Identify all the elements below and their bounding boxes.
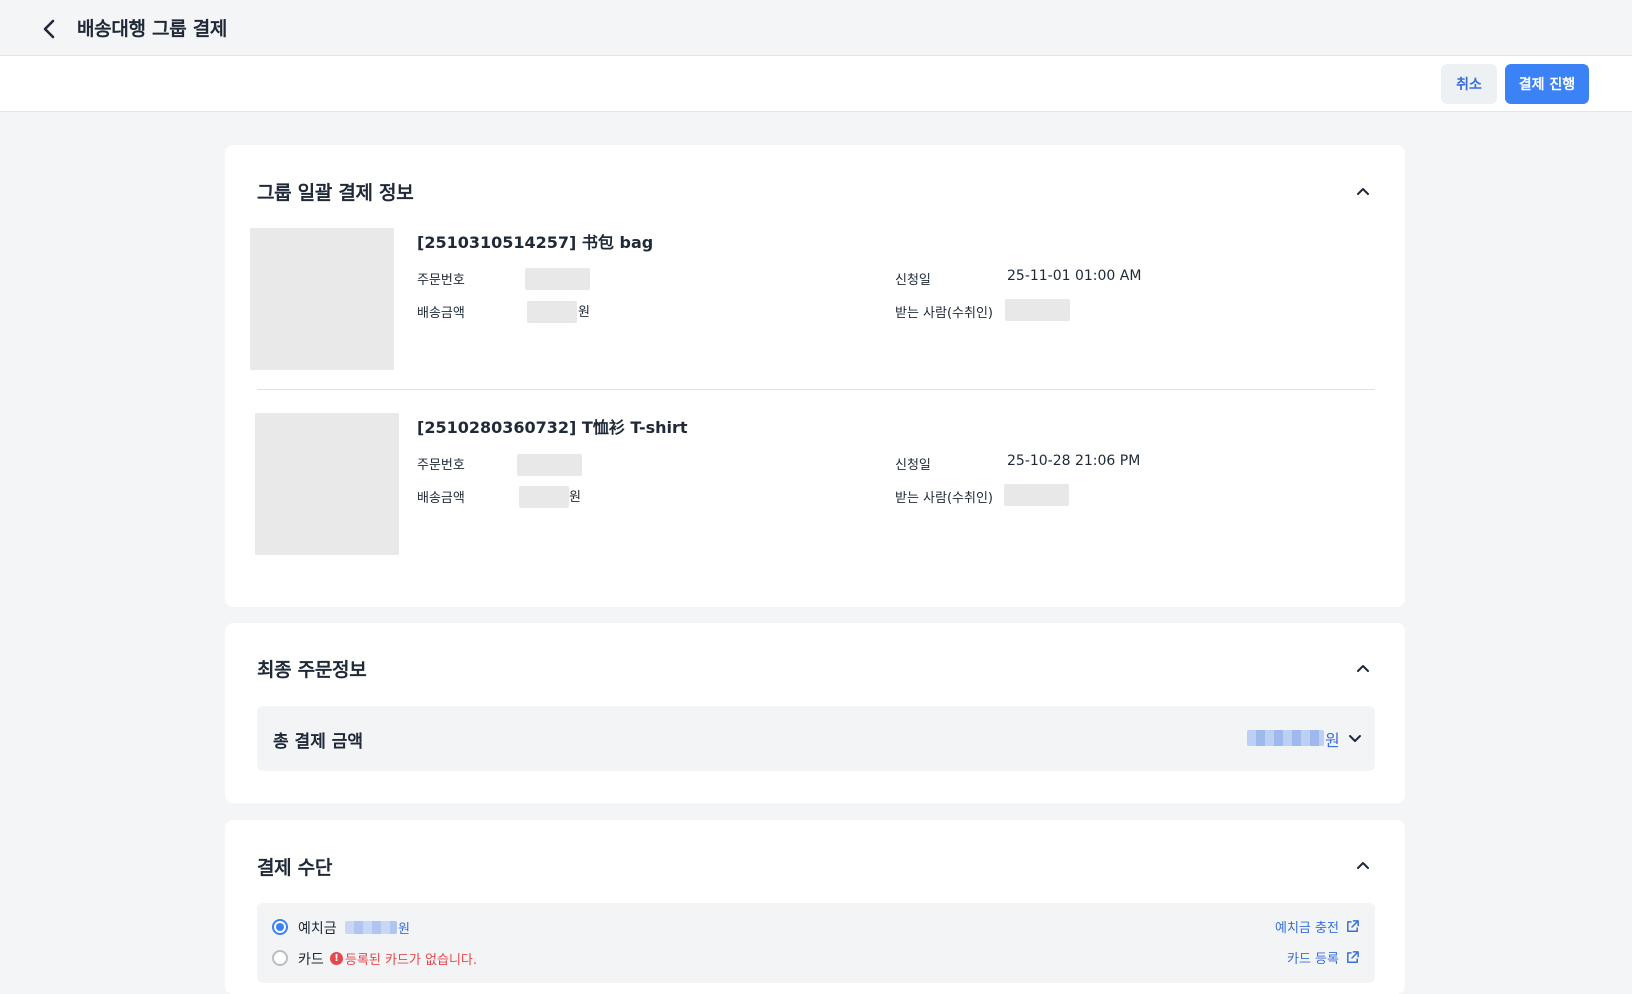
item-divider (257, 389, 1375, 390)
shipping-amount-label: 배송금액 (417, 306, 465, 321)
external-link-icon (1347, 951, 1359, 963)
currency-suffix: 원 (569, 490, 581, 505)
currency-suffix: 원 (578, 305, 590, 320)
request-date-value: 25-11-01 01:00 AM (1007, 268, 1142, 284)
group-payment-title: 그룹 일괄 결제 정보 (257, 182, 414, 204)
page-title: 배송대행 그룹 결제 (77, 18, 228, 40)
product-thumbnail (255, 413, 399, 555)
payment-method-title: 결제 수단 (257, 857, 333, 879)
error-icon: ! (330, 952, 343, 965)
card-register-link[interactable]: 카드 등록 (1287, 948, 1360, 967)
chevron-down-icon[interactable] (1344, 727, 1366, 749)
total-amount-row[interactable]: 총 결제 금액 원 (257, 706, 1375, 771)
deposit-radio[interactable] (272, 919, 288, 935)
order-number-value (525, 268, 590, 290)
group-payment-card: 그룹 일괄 결제 정보 [2510310514257] 书包 bag 주문번호 … (225, 145, 1405, 607)
chevron-up-icon[interactable] (1352, 657, 1374, 679)
deposit-balance-value (345, 921, 397, 934)
recipient-label: 받는 사람(수취인) (895, 306, 993, 321)
proceed-payment-button[interactable]: 결제 진행 (1505, 64, 1589, 104)
card-error-text: 등록된 카드가 없습니다. (345, 953, 477, 968)
total-amount-label: 총 결제 금액 (273, 732, 364, 752)
chevron-up-icon[interactable] (1352, 180, 1374, 202)
chevron-left-icon (43, 19, 55, 39)
final-order-card: 최종 주문정보 총 결제 금액 원 (225, 623, 1405, 803)
app-header: 배송대행 그룹 결제 (0, 0, 1632, 56)
recipient-value (1005, 299, 1070, 321)
recipient-label: 받는 사람(수취인) (895, 491, 993, 506)
deposit-charge-link[interactable]: 예치금 충전 (1275, 917, 1360, 936)
total-amount-value (1247, 730, 1324, 746)
item-title: [2510280360732] T恤衫 T-shirt (417, 418, 688, 437)
final-order-title: 최종 주문정보 (257, 659, 367, 681)
order-number-value (517, 454, 582, 476)
shipping-amount-label: 배송금액 (417, 491, 465, 506)
item-title: [2510310514257] 书包 bag (417, 233, 654, 252)
order-number-label: 주문번호 (417, 273, 465, 288)
shipping-amount-value (527, 301, 577, 323)
total-currency-suffix: 원 (1325, 731, 1340, 750)
product-thumbnail (250, 228, 394, 370)
action-toolbar: 취소 결제 진행 (0, 56, 1632, 112)
card-radio[interactable] (272, 950, 288, 966)
chevron-up-icon[interactable] (1352, 854, 1374, 876)
shipping-amount-value (519, 486, 569, 508)
card-register-label: 카드 등록 (1287, 952, 1339, 967)
request-date-label: 신청일 (895, 458, 931, 473)
order-number-label: 주문번호 (417, 458, 465, 473)
deposit-charge-label: 예치금 충전 (1275, 921, 1339, 936)
cancel-button[interactable]: 취소 (1441, 64, 1497, 104)
payment-options: 예치금 원 예치금 충전 카드 ! 등록된 카드가 없습니다. 카드 등록 (257, 903, 1375, 983)
back-button[interactable] (36, 16, 62, 42)
deposit-label: 예치금 (298, 921, 337, 937)
payment-method-card: 결제 수단 예치금 원 예치금 충전 카드 ! 등록된 카드가 없습니다. 카드… (225, 820, 1405, 994)
card-label: 카드 (298, 952, 324, 968)
deposit-currency-suffix: 원 (398, 922, 410, 937)
request-date-value: 25-10-28 21:06 PM (1007, 453, 1141, 469)
request-date-label: 신청일 (895, 273, 931, 288)
external-link-icon (1347, 920, 1359, 932)
recipient-value (1004, 484, 1069, 506)
